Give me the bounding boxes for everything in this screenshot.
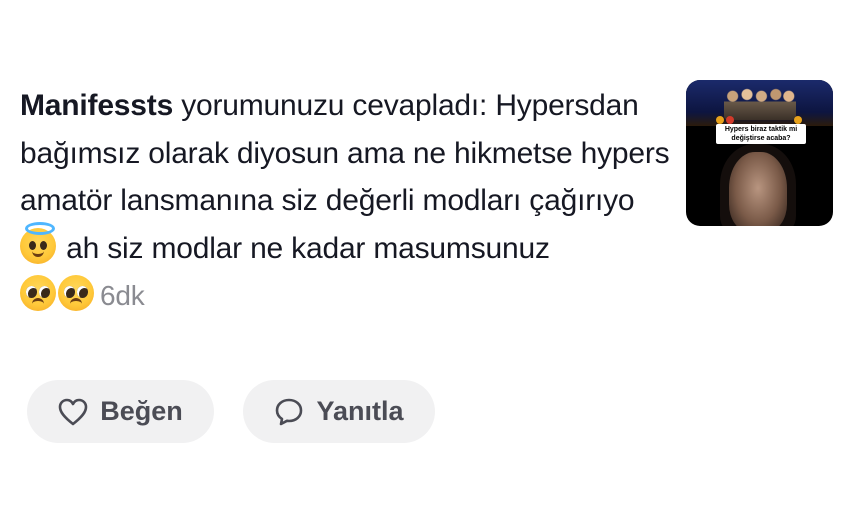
pleading-face-emoji xyxy=(58,275,94,311)
reply-button-label: Yanıtla xyxy=(316,396,404,426)
like-button-label: Beğen xyxy=(100,396,183,426)
comment-timestamp: 6dk xyxy=(100,280,145,311)
heart-icon xyxy=(58,398,88,425)
thumbnail-fruit xyxy=(726,116,734,124)
thumbnail-fruit xyxy=(716,116,724,124)
thumbnail-caption: Hypers biraz taktik mi değiştirse acaba? xyxy=(716,124,806,144)
smiling-face-with-halo-emoji xyxy=(20,221,56,264)
pleading-face-emoji xyxy=(20,275,56,311)
thumbnail-people-image xyxy=(724,86,796,120)
thumbnail-person-face xyxy=(729,152,787,226)
video-thumbnail[interactable]: Hypers biraz taktik mi değiştirse acaba? xyxy=(686,80,833,226)
like-button[interactable]: Beğen xyxy=(27,380,214,443)
speech-bubble-icon xyxy=(276,398,303,425)
thumbnail-fruit xyxy=(794,116,802,124)
comment-text: Manifessts yorumunuzu cevapladı: Hypersd… xyxy=(20,82,670,320)
reply-button[interactable]: Yanıtla xyxy=(243,380,435,443)
comment-body-continued: ah siz modlar ne kadar masumsunuz xyxy=(58,231,550,265)
comment-username[interactable]: Manifessts xyxy=(20,89,173,122)
